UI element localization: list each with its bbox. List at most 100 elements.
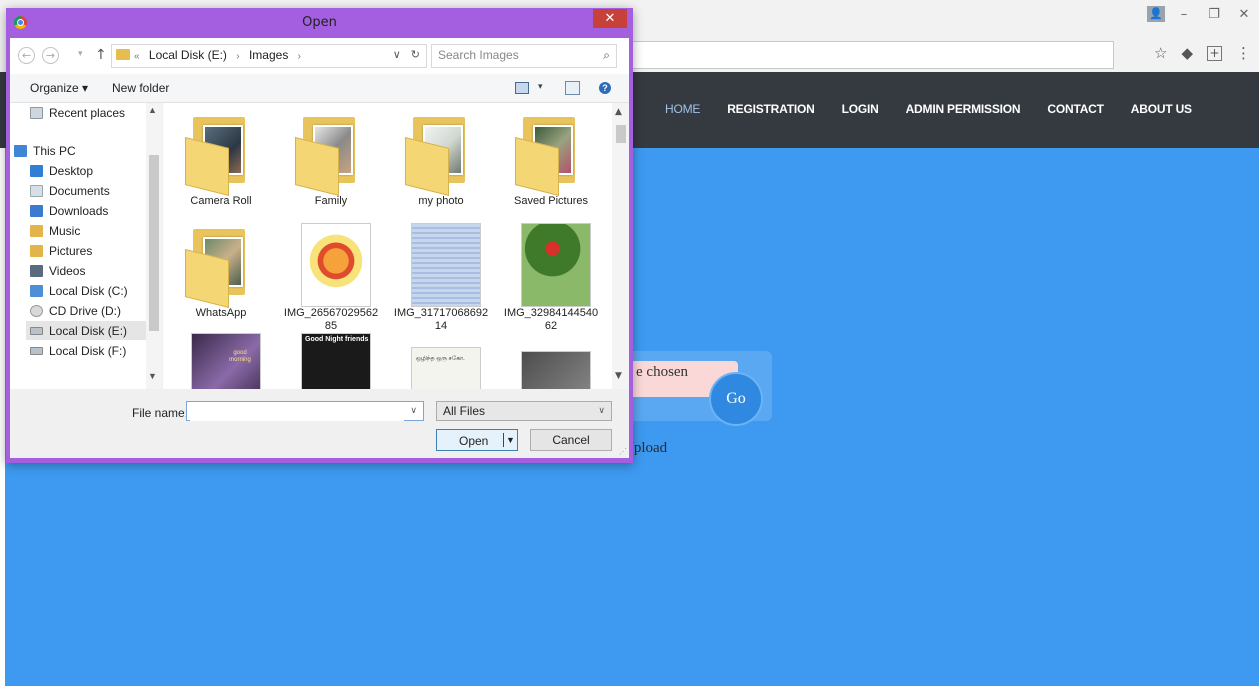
cancel-button[interactable]: Cancel [530,429,612,451]
open-options-dropdown-icon[interactable]: ▼ [503,433,515,447]
refresh-icon[interactable]: ↻ [411,48,420,61]
breadcrumb-separator[interactable]: › [298,51,301,62]
nav-login[interactable]: LOGIN [842,102,879,116]
navigation-scrollbar[interactable]: ▲ ▼ [146,103,162,389]
sidebar-item-label: Local Disk (F:) [49,343,127,358]
scrollbar-thumb[interactable] [616,125,626,143]
cd-drive-icon [30,304,43,317]
resize-grip-icon[interactable]: ⋰ [619,447,627,456]
help-icon[interactable]: ? [599,82,611,94]
path-dropdown-icon[interactable]: ∨ [393,48,401,61]
file-name-input[interactable] [190,403,404,421]
add-extension-icon[interactable]: + [1207,45,1222,61]
back-icon[interactable]: ← [18,47,35,64]
address-bar-icons: ☆ ◆ + ⋮ [1154,44,1251,62]
nav-about-us[interactable]: ABOUT US [1131,102,1192,116]
recent-locations-dropdown-icon[interactable]: ▾ [78,49,83,59]
search-input[interactable] [438,48,588,62]
bookmark-star-icon[interactable]: ☆ [1154,44,1167,62]
sidebar-item-videos[interactable]: Videos [30,261,154,280]
file-name-combobox[interactable]: ∨ [186,401,424,421]
minimize-icon[interactable]: – [1173,7,1195,22]
thumbnail-caption: ஒழிந்த ஒரு சகோ. [416,356,465,362]
folder-whatsapp[interactable]: WhatsApp [173,219,269,329]
local-disk-icon [30,346,43,355]
sidebar-item-this-pc[interactable]: This PC [14,141,138,160]
address-bar[interactable] [630,41,1114,69]
go-button[interactable]: Go [711,374,761,424]
scroll-down-icon[interactable]: ▼ [615,371,622,381]
pictures-icon [30,244,43,257]
sidebar-item-cd-drive-d[interactable]: CD Drive (D:) [30,301,154,320]
folder-my-photo[interactable]: my photo [393,107,489,217]
scroll-down-icon[interactable]: ▼ [148,371,157,381]
scroll-up-icon[interactable]: ▲ [615,107,622,117]
sidebar-item-pictures[interactable]: Pictures [30,241,154,260]
sidebar-item-local-disk-e[interactable]: Local Disk (E:) [26,321,154,340]
image-file[interactable]: Good Night friends [283,329,379,389]
breadcrumb-images[interactable]: Images [249,48,288,62]
sidebar-item-label: This PC [33,143,76,158]
search-box[interactable]: ⌕ [431,44,617,68]
sidebar-item-local-disk-f[interactable]: Local Disk (F:) [30,341,154,360]
open-button[interactable]: Open ▼ [436,429,518,451]
nav-admin-permission[interactable]: ADMIN PERMISSION [906,102,1021,116]
close-icon[interactable]: ✕ [1233,7,1255,22]
image-file[interactable]: ஒழிந்த ஒரு சகோ. [393,329,489,389]
change-view-icon[interactable] [515,82,529,94]
menu-icon[interactable]: ⋮ [1236,44,1251,62]
breadcrumb-separator[interactable]: › [236,51,239,62]
breadcrumb-local-disk-e[interactable]: Local Disk (E:) [149,48,227,62]
nav-contact[interactable]: CONTACT [1047,102,1104,116]
sidebar-item-documents[interactable]: Documents [30,181,154,200]
image-file[interactable]: good morning [173,329,269,389]
folder-family[interactable]: Family [283,107,379,217]
open-button-label: Open [459,434,489,448]
local-disk-icon [30,284,43,297]
restore-icon[interactable]: ❐ [1203,7,1225,22]
sidebar-item-local-disk-c[interactable]: Local Disk (C:) [30,281,154,300]
organize-button[interactable]: Organize ▾ [30,81,88,95]
chevron-down-icon[interactable]: ∨ [598,405,605,416]
navigation-pane: Recent places This PC Desktop Documents … [10,103,162,389]
file-list-scrollbar[interactable]: ▲ ▼ [612,103,629,389]
forward-icon[interactable]: → [42,47,59,64]
sidebar-item-label: Recent places [49,105,126,120]
folder-saved-pictures[interactable]: Saved Pictures [503,107,599,217]
sidebar-item-desktop[interactable]: Desktop [30,161,154,180]
image-file[interactable]: IMG_2656702956285 [283,219,379,332]
user-icon[interactable]: 👤 [1147,6,1165,22]
image-thumbnail [515,223,591,307]
chevron-down-icon[interactable]: ∨ [410,405,417,416]
scroll-up-icon[interactable]: ▲ [148,105,157,115]
sidebar-item-downloads[interactable]: Downloads [30,201,154,220]
dialog-title: Open [302,15,337,30]
image-file[interactable]: IMG_3298414454062 [503,219,599,332]
new-folder-button[interactable]: New folder [112,81,169,95]
preview-pane-icon[interactable] [565,81,580,95]
path-breadcrumb[interactable]: « Local Disk (E:) › Images › ∨ ↻ [111,44,427,68]
dialog-close-button[interactable]: ✕ [593,9,627,28]
file-type-filter[interactable]: All Files ∨ [436,401,612,421]
sidebar-item-label: Videos [49,263,86,278]
recent-places-icon [30,106,43,119]
sidebar-item-recent-places[interactable]: Recent places [30,103,154,122]
file-label: Camera Roll [190,195,252,207]
scrollbar-thumb[interactable] [149,155,159,331]
file-type-value: All Files [443,404,486,418]
view-options-dropdown-icon[interactable]: ▾ [538,81,543,92]
nav-home[interactable]: HOME [665,102,700,116]
image-file[interactable] [503,329,599,389]
nav-registration[interactable]: REGISTRATION [727,102,815,116]
sidebar-item-label: CD Drive (D:) [49,303,121,318]
breadcrumb-overflow[interactable]: « [134,51,140,62]
desktop-icon [30,164,43,177]
search-icon[interactable]: ⌕ [603,48,610,63]
folder-camera-roll[interactable]: Camera Roll [173,107,269,217]
image-file[interactable]: IMG_3171706869214 [393,219,489,332]
extension-icon[interactable]: ◆ [1181,44,1193,62]
image-thumbnail: Good Night friends [295,333,371,389]
sidebar-item-music[interactable]: Music [30,221,154,240]
up-arrow-icon[interactable]: ↑ [95,47,107,63]
upload-link[interactable]: Jpload [628,440,667,457]
